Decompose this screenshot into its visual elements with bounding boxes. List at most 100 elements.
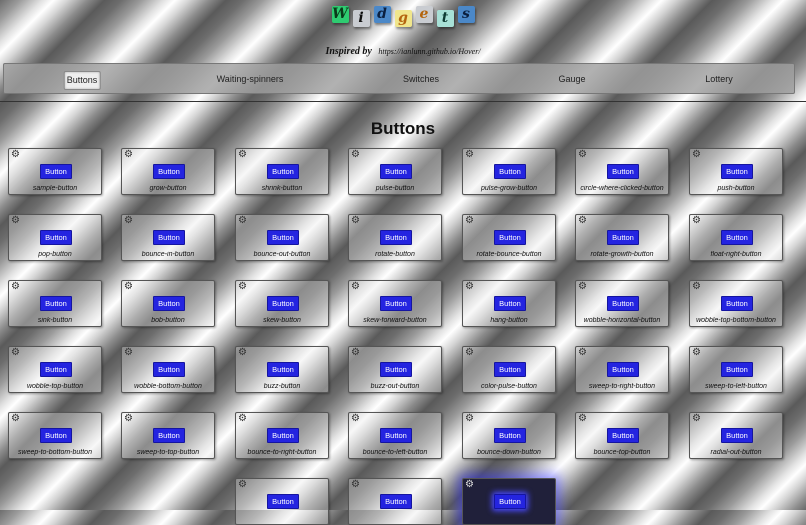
demo-button[interactable]: Button [494, 494, 526, 509]
gear-icon[interactable]: ⚙ [351, 149, 360, 161]
effect-label: bounce-in-button [141, 251, 195, 258]
gear-icon[interactable]: ⚙ [465, 149, 474, 161]
effect-label: circle-where-clicked-button [580, 185, 664, 192]
demo-button[interactable]: Button [721, 296, 753, 311]
gear-icon[interactable]: ⚙ [578, 215, 587, 227]
gear-icon[interactable]: ⚙ [11, 281, 20, 293]
logo-letter: e [415, 6, 433, 23]
gear-icon[interactable]: ⚙ [692, 281, 701, 293]
gear-icon[interactable]: ⚙ [578, 347, 587, 359]
gear-icon[interactable]: ⚙ [692, 413, 701, 425]
effect-label: sweep-to-top-button [136, 449, 200, 456]
demo-button[interactable]: Button [267, 362, 299, 377]
widget-card: ⚙ Button [235, 478, 329, 525]
effect-label: sample-button [32, 185, 78, 192]
gear-icon[interactable]: ⚙ [351, 413, 360, 425]
gear-icon[interactable]: ⚙ [11, 149, 20, 161]
gear-icon[interactable]: ⚙ [11, 413, 20, 425]
demo-button[interactable]: Button [494, 164, 526, 179]
demo-button[interactable]: Button [607, 164, 639, 179]
gear-icon[interactable]: ⚙ [578, 149, 587, 161]
demo-button[interactable]: Button [380, 296, 412, 311]
gear-icon[interactable]: ⚙ [124, 413, 133, 425]
gear-icon[interactable]: ⚙ [238, 479, 247, 491]
effect-label: sink-button [37, 317, 73, 324]
nav-tab-buttons[interactable]: Buttons [63, 71, 101, 90]
demo-button[interactable]: Button [153, 164, 185, 179]
demo-button[interactable]: Button [380, 230, 412, 245]
widget-card: ⚙ Button skew-forward-button [348, 280, 442, 327]
demo-button[interactable]: Button [380, 362, 412, 377]
gear-icon[interactable]: ⚙ [578, 281, 587, 293]
demo-button[interactable]: Button [153, 428, 185, 443]
demo-button[interactable]: Button [153, 230, 185, 245]
effect-label: sweep-to-right-button [588, 383, 656, 390]
demo-button[interactable]: Button [40, 296, 72, 311]
gear-icon[interactable]: ⚙ [238, 347, 247, 359]
gear-icon[interactable]: ⚙ [238, 413, 247, 425]
demo-button[interactable]: Button [267, 296, 299, 311]
demo-button[interactable]: Button [267, 230, 299, 245]
gear-icon[interactable]: ⚙ [578, 413, 587, 425]
gear-icon[interactable]: ⚙ [465, 347, 474, 359]
gear-icon[interactable]: ⚙ [11, 215, 20, 227]
widget-card: ⚙ Button wobble-bottom-button [121, 346, 215, 393]
demo-button[interactable]: Button [721, 428, 753, 443]
demo-button[interactable]: Button [40, 230, 72, 245]
gear-icon[interactable]: ⚙ [692, 215, 701, 227]
gear-icon[interactable]: ⚙ [465, 215, 474, 227]
widgets-logo: Widgets [0, 6, 806, 30]
demo-button[interactable]: Button [267, 494, 299, 509]
gear-icon[interactable]: ⚙ [238, 281, 247, 293]
gear-icon[interactable]: ⚙ [124, 347, 133, 359]
gear-icon[interactable]: ⚙ [465, 413, 474, 425]
widget-card: ⚙ Button radial-out-button [689, 412, 783, 459]
gear-icon[interactable]: ⚙ [465, 281, 474, 293]
gear-icon[interactable]: ⚙ [351, 479, 360, 491]
gear-icon[interactable]: ⚙ [124, 281, 133, 293]
gear-icon[interactable]: ⚙ [692, 149, 701, 161]
gear-icon[interactable]: ⚙ [124, 149, 133, 161]
demo-button[interactable]: Button [721, 362, 753, 377]
demo-button[interactable]: Button [721, 230, 753, 245]
gear-icon[interactable]: ⚙ [124, 215, 133, 227]
gear-icon[interactable]: ⚙ [351, 347, 360, 359]
demo-button[interactable]: Button [607, 362, 639, 377]
gear-icon[interactable]: ⚙ [11, 347, 20, 359]
demo-button[interactable]: Button [380, 494, 412, 509]
gear-icon[interactable]: ⚙ [351, 281, 360, 293]
widget-card: ⚙ Button pulse-button [348, 148, 442, 195]
demo-button[interactable]: Button [153, 296, 185, 311]
demo-button[interactable]: Button [380, 164, 412, 179]
demo-button[interactable]: Button [40, 164, 72, 179]
demo-button[interactable]: Button [40, 428, 72, 443]
widget-card: ⚙ Button skew-button [235, 280, 329, 327]
gear-icon[interactable]: ⚙ [238, 149, 247, 161]
gear-icon[interactable]: ⚙ [238, 215, 247, 227]
demo-button[interactable]: Button [380, 428, 412, 443]
demo-button[interactable]: Button [153, 362, 185, 377]
nav-tab-waiting-spinners[interactable]: Waiting-spinners [215, 71, 286, 88]
demo-button[interactable]: Button [40, 362, 72, 377]
demo-button[interactable]: Button [494, 296, 526, 311]
widget-card: ⚙ Button buzz-button [235, 346, 329, 393]
inspired-link[interactable]: https://ianlunn.github.io/Hover/ [378, 47, 480, 56]
gear-icon[interactable]: ⚙ [351, 215, 360, 227]
demo-button[interactable]: Button [607, 428, 639, 443]
demo-button[interactable]: Button [267, 164, 299, 179]
demo-button[interactable]: Button [721, 164, 753, 179]
demo-button[interactable]: Button [607, 230, 639, 245]
logo-letter: W [331, 6, 349, 23]
demo-button[interactable]: Button [494, 230, 526, 245]
nav-tab-lottery[interactable]: Lottery [703, 71, 735, 88]
effect-label: bounce-top-button [593, 449, 651, 456]
demo-button[interactable]: Button [607, 296, 639, 311]
demo-button[interactable]: Button [494, 428, 526, 443]
demo-button[interactable]: Button [267, 428, 299, 443]
gear-icon[interactable]: ⚙ [465, 479, 474, 491]
demo-button[interactable]: Button [494, 362, 526, 377]
nav-tab-switches[interactable]: Switches [401, 71, 441, 88]
nav-tab-gauge[interactable]: Gauge [556, 71, 587, 88]
gear-icon[interactable]: ⚙ [692, 347, 701, 359]
effect-label: grow-button [149, 185, 187, 192]
